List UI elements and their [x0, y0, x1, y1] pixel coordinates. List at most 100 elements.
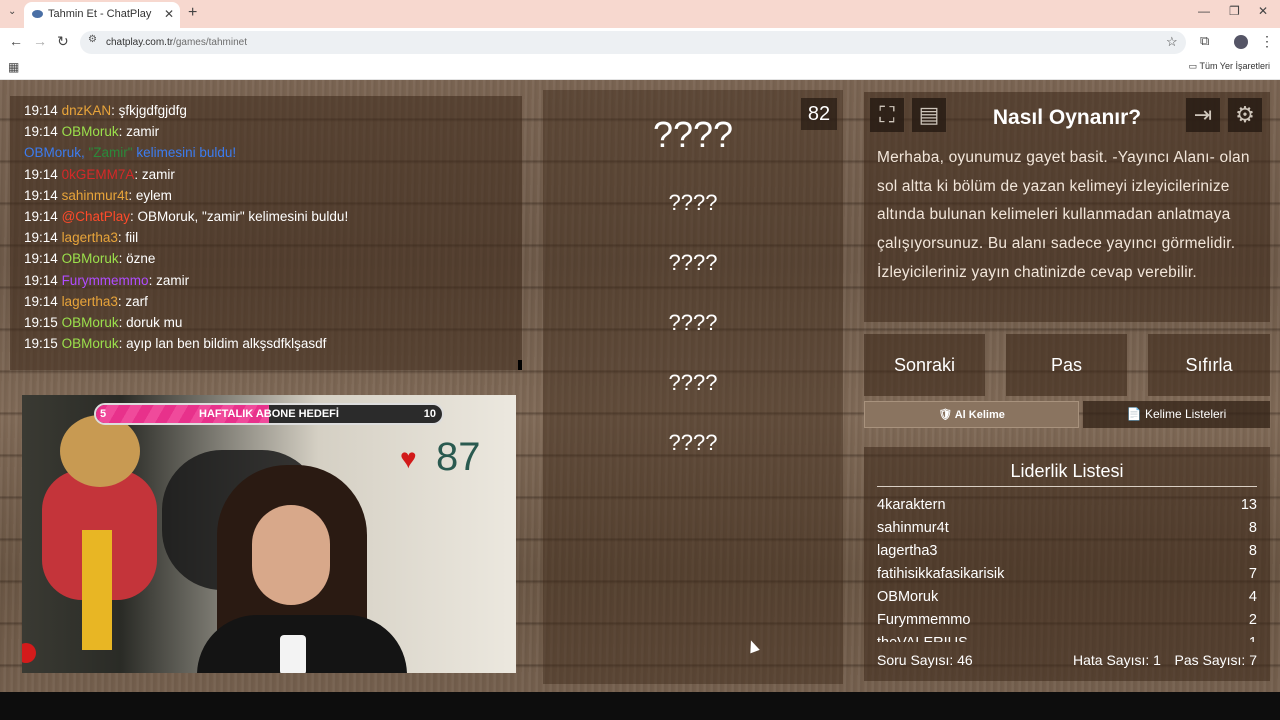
chat-time: 19:14: [24, 103, 58, 118]
browser-chrome: ⌄ Tahmin Et - ChatPlay ✕ + — ❐ ✕ ← → ↻ c…: [0, 0, 1280, 80]
chat-username[interactable]: OBMoruk: [62, 124, 119, 139]
leaderboard-row: fatihisikkafasikarisik 7: [877, 563, 1257, 586]
logout-icon[interactable]: ⇥: [1186, 98, 1220, 132]
chat-username[interactable]: OBMoruk,: [24, 145, 89, 160]
leaderboard-list[interactable]: 4karaktern 13 sahinmur4t 8 lagertha3 8 fatihis…: [877, 494, 1257, 642]
chat-scrollbar[interactable]: [518, 360, 522, 370]
forbidden-word: ????: [668, 430, 718, 455]
chat-message: 19:15 OBMoruk: ayıp lan ben bildim alkşs…: [24, 333, 508, 354]
chat-username[interactable]: OBMoruk: [62, 336, 119, 351]
streamer-face: [252, 505, 330, 605]
next-button[interactable]: Sonraki: [864, 334, 985, 396]
new-tab-button[interactable]: +: [188, 4, 197, 22]
chat-username[interactable]: lagertha3: [62, 230, 118, 245]
chat-username[interactable]: OBMoruk: [62, 251, 119, 266]
site-info-icon[interactable]: ⚙: [88, 34, 97, 45]
leaderboard-row: 4karaktern 13: [877, 494, 1257, 517]
leaderboard-row: Furymmemmo 2: [877, 609, 1257, 632]
chat-message: 19:14 OBMoruk: özne: [24, 248, 508, 269]
sub-goal-target: 10: [423, 408, 436, 420]
profile-avatar[interactable]: [1234, 35, 1248, 49]
tab-close-icon[interactable]: ✕: [164, 2, 174, 26]
browser-toolbar: ← → ↻ chatplay.com.tr/games/tahminet ⚙ ☆…: [0, 28, 1280, 56]
tab-search-icon[interactable]: ⌄: [8, 6, 16, 17]
chat-text: : zamir: [148, 272, 190, 288]
game-area: 19:14 dnzKAN: şfkjgdfgjdfg 19:14 OBMoruk:…: [0, 80, 1280, 692]
chat-message: 19:14 @ChatPlay: OBMoruk, "zamir" kelime…: [24, 206, 508, 227]
tab-strip: ⌄ Tahmin Et - ChatPlay ✕ + — ❐ ✕: [0, 0, 1280, 28]
leaderboard-title: Liderlik Listesi: [877, 461, 1257, 487]
bookmark-star-icon[interactable]: ☆: [1166, 34, 1178, 50]
reload-icon[interactable]: ↻: [57, 33, 69, 50]
forbidden-word: ????: [668, 310, 718, 335]
jersey-stripe: [82, 530, 112, 650]
settings-gear-icon[interactable]: ⚙: [1228, 98, 1262, 132]
document-icon: 📄: [1126, 407, 1142, 421]
player-score: 1: [1249, 632, 1257, 642]
browser-menu-icon[interactable]: ⋮: [1260, 33, 1274, 50]
chat-text: : ayıp lan ben bildim alkşsdfklşasdf: [118, 336, 327, 352]
chat-text: : zamir: [134, 166, 175, 182]
ai-word-button[interactable]: 🛡 Al Kelime: [864, 401, 1079, 428]
forbidden-word: ????: [668, 370, 718, 395]
bear-head: [60, 415, 140, 487]
leaderboard-row: sahinmur4t 8: [877, 517, 1257, 540]
word-lists-label: Kelime Listeleri: [1144, 407, 1227, 421]
chat-time: 19:14: [24, 272, 58, 288]
restore-icon[interactable]: ❐: [1229, 4, 1240, 18]
chat-message: 19:14 0kGEMM7A: zamir: [24, 164, 508, 185]
sub-goal-label: HAFTALIK ABONE HEDEFİ: [199, 408, 339, 420]
teddy-bear: [42, 415, 162, 650]
browser-tab[interactable]: Tahmin Et - ChatPlay ✕: [24, 2, 180, 28]
chat-message: 19:14 sahinmur4t: eylem: [24, 185, 508, 206]
player-score: 13: [1240, 497, 1257, 513]
chat-text: : eylem: [128, 187, 172, 203]
word-lists-button[interactable]: 📄 Kelime Listeleri: [1083, 401, 1270, 428]
chat-time: 19:14: [24, 166, 58, 182]
player-score: 8: [1248, 520, 1257, 536]
back-icon[interactable]: ←: [9, 33, 23, 49]
system-message-text: kelimesini buldu!: [132, 145, 237, 161]
pass-button[interactable]: Pas: [1006, 334, 1127, 396]
chat-username[interactable]: dnzKAN: [62, 103, 112, 118]
chat-username[interactable]: OBMoruk: [62, 315, 119, 330]
chat-username[interactable]: lagertha3: [62, 294, 118, 309]
forward-icon[interactable]: →: [33, 33, 47, 49]
chat-text: : özne: [118, 251, 156, 267]
chat-time: 19:14: [24, 124, 58, 140]
how-to-play-panel: ⛶ ▤ Nasıl Oynanır? ⇥ ⚙ Merhaba, oyunumuz…: [864, 92, 1270, 322]
chat-username[interactable]: sahinmur4t: [62, 188, 129, 203]
chat-time: 19:14: [24, 187, 58, 203]
chat-username[interactable]: 0kGEMM7A: [62, 167, 135, 182]
chat-text: : OBMoruk, "zamir" kelimesini buldu!: [130, 208, 349, 224]
apps-grid-icon[interactable]: ▦: [8, 60, 19, 74]
minimize-icon[interactable]: —: [1198, 4, 1210, 18]
heart-icon: ♥: [400, 443, 417, 474]
chat-username[interactable]: Furymmemmo: [62, 273, 149, 288]
extensions-icon[interactable]: ⧉: [1200, 33, 1209, 49]
error-count: Hata Sayısı: 1: [1073, 652, 1161, 668]
leaderboard-row: OBMoruk 4: [877, 586, 1257, 609]
chat-username[interactable]: @ChatPlay: [62, 209, 130, 224]
chat-time: 19:14: [24, 251, 58, 267]
live-indicator: [22, 643, 36, 663]
taskbar-strip: [0, 692, 1280, 720]
reset-button[interactable]: Sıfırla: [1148, 334, 1270, 396]
favicon-icon: [32, 10, 43, 18]
chat-message: 19:15 OBMoruk: doruk mu: [24, 312, 508, 333]
player-score: 7: [1248, 566, 1257, 582]
chat-text: : şfkjgdfgjdfg: [111, 103, 187, 118]
found-word: "Zamir": [88, 145, 133, 161]
chat-text: : zamir: [118, 124, 160, 140]
window-close-icon[interactable]: ✕: [1258, 4, 1268, 18]
bookmarks-bar: ▦ ▭ Tüm Yer İşaretleri: [0, 56, 1280, 80]
chat-time: 19:14: [24, 293, 58, 309]
chat-message: 19:14 lagertha3: fiil: [24, 227, 508, 248]
all-bookmarks-folder[interactable]: ▭ Tüm Yer İşaretleri: [1189, 61, 1270, 72]
chat-text: : fiil: [117, 230, 139, 246]
address-bar[interactable]: chatplay.com.tr/games/tahminet: [80, 31, 1186, 54]
target-word: ????: [652, 114, 734, 155]
chat-text: : zarf: [117, 293, 148, 309]
player-name: theVALERIUS: [877, 635, 968, 642]
chat-time: 19:14: [24, 230, 58, 246]
